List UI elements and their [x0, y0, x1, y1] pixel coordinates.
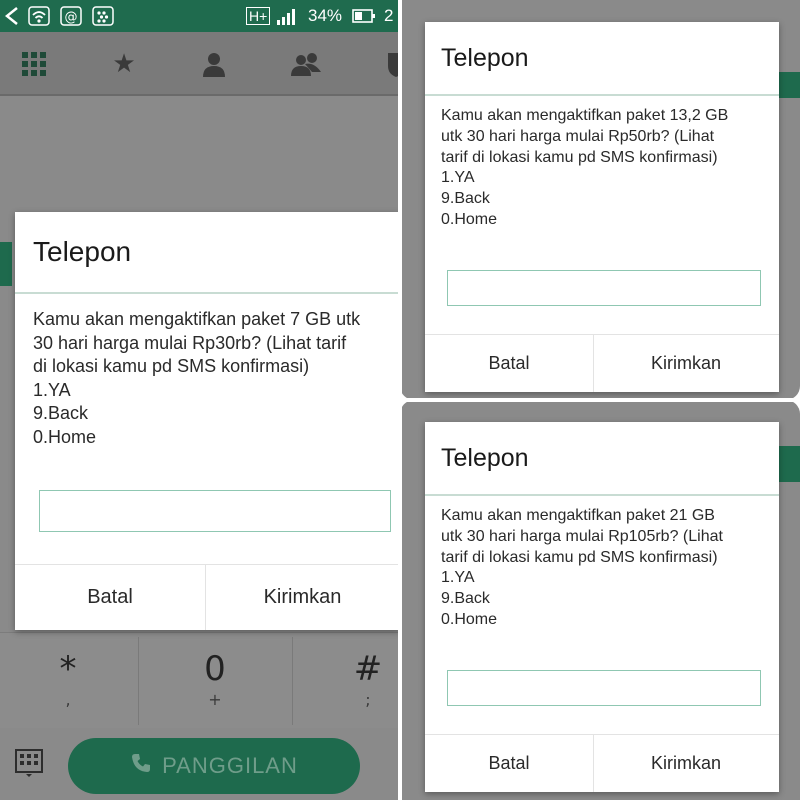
key-hash[interactable]: # ;: [300, 633, 400, 729]
dialog-title-divider: [425, 494, 779, 496]
status-bar: @ H+ 34% 2: [0, 0, 400, 32]
ussd-dialog-13gb: Telepon Kamu akan mengaktifkan paket 13,…: [425, 22, 779, 392]
shield-icon[interactable]: [378, 46, 400, 82]
key-hash-label: #: [353, 649, 383, 689]
ussd-dialog-7gb: Telepon Kamu akan mengaktifkan paket 7 G…: [15, 212, 400, 630]
dialog-message: Kamu akan mengaktifkan paket 21 GB utk 3…: [441, 507, 723, 628]
clock: 2: [384, 6, 394, 25]
send-button[interactable]: Kirimkan: [593, 735, 779, 792]
list-accent-strip: [0, 242, 12, 286]
ussd-reply-input[interactable]: [447, 670, 761, 706]
phone-screen-left: @ H+ 34% 2 ★ * , 0 + # ; PANGGILAN Telep…: [0, 0, 400, 800]
call-button[interactable]: PANGGILAN: [68, 738, 360, 794]
back-arrow-icon: [4, 6, 20, 31]
key-zero[interactable]: 0 +: [140, 633, 290, 729]
network-type-label: H+: [246, 7, 271, 25]
dialog-title: Telepon: [33, 236, 132, 267]
person-icon[interactable]: [196, 46, 232, 82]
dialog-actions: Batal Kirimkan: [15, 564, 400, 630]
key-zero-label: 0: [204, 649, 226, 689]
list-accent-strip: [778, 446, 800, 482]
star-icon[interactable]: ★: [106, 46, 142, 82]
dialpad-grid-icon[interactable]: [16, 46, 52, 82]
dialpad-keys: * , 0 + # ;: [0, 632, 400, 728]
phone-icon: [130, 752, 152, 780]
dialog-title: Telepon: [441, 44, 529, 72]
contacts-tab-bar: ★: [0, 32, 400, 96]
dialog-title-divider: [425, 94, 779, 96]
dialog-title: Telepon: [441, 444, 529, 472]
phone-screen-right-bottom: Telepon Kamu akan mengaktifkan paket 21 …: [400, 400, 800, 800]
dialer-bottom-bar: PANGGILAN: [0, 728, 400, 800]
battery-icon: [352, 6, 376, 31]
wifi-icon: [28, 6, 50, 31]
key-star[interactable]: * ,: [0, 633, 136, 729]
group-icon[interactable]: [288, 46, 324, 82]
dialpad-toggle-icon[interactable]: [12, 748, 46, 782]
key-hash-sub: ;: [365, 690, 371, 709]
dialog-title-divider: [15, 292, 400, 294]
key-star-label: *: [59, 649, 77, 689]
key-zero-sub: +: [208, 690, 222, 709]
at-sign-icon: @: [60, 6, 82, 31]
key-star-sub: ,: [65, 690, 71, 709]
ussd-dialog-21gb: Telepon Kamu akan mengaktifkan paket 21 …: [425, 422, 779, 792]
ussd-reply-input[interactable]: [447, 270, 761, 306]
battery-percent: 34%: [308, 6, 343, 25]
signal-icon: [276, 6, 300, 31]
dialog-actions: Batal Kirimkan: [425, 734, 779, 792]
dialog-actions: Batal Kirimkan: [425, 334, 779, 392]
svg-text:@: @: [65, 10, 78, 25]
key-divider: [292, 637, 293, 725]
cancel-button[interactable]: Batal: [425, 335, 593, 392]
dialog-message: Kamu akan mengaktifkan paket 7 GB utk 30…: [33, 309, 361, 447]
cancel-button[interactable]: Batal: [425, 735, 593, 792]
list-accent-strip: [778, 72, 800, 98]
cancel-button[interactable]: Batal: [15, 565, 205, 630]
call-button-label: PANGGILAN: [162, 753, 298, 778]
ussd-reply-input[interactable]: [39, 490, 391, 532]
send-button[interactable]: Kirimkan: [593, 335, 779, 392]
dialog-message: Kamu akan mengaktifkan paket 13,2 GB utk…: [441, 107, 729, 228]
phone-screen-right-top: Telepon Kamu akan mengaktifkan paket 13,…: [400, 0, 800, 400]
key-divider: [138, 637, 139, 725]
send-button[interactable]: Kirimkan: [205, 565, 400, 630]
bbm-icon: [92, 6, 114, 31]
collage-separator-horizontal: [400, 398, 800, 402]
